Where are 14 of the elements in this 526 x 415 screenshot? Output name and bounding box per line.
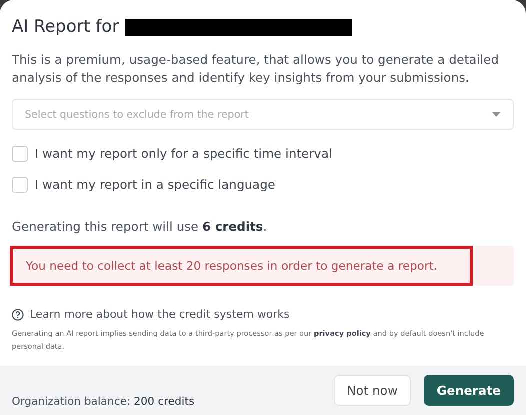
checkbox-label[interactable]: I want my report in a specific language bbox=[35, 178, 276, 192]
cancel-button[interactable]: Not now bbox=[334, 375, 411, 406]
caret-icon bbox=[492, 112, 501, 117]
help-icon bbox=[12, 308, 24, 320]
checkbox[interactable] bbox=[12, 176, 28, 192]
description: This is a premium, usage-based feature, that allows you to generate a detailed analysis of the responses and identify key insights from your submissions. bbox=[12, 52, 500, 87]
checkbox-label[interactable]: I want my report only for a specific time interval bbox=[35, 146, 332, 160]
credits-note: Generating this report will use 6 credits. bbox=[12, 220, 268, 234]
dialog-title: AI Report for bbox=[12, 17, 120, 37]
checkbox[interactable] bbox=[12, 146, 28, 162]
organization-balance: Organization balance: 200 credits bbox=[12, 395, 195, 408]
generate-button[interactable]: Generate bbox=[424, 375, 514, 406]
help-link[interactable]: Learn more about how the credit system works bbox=[30, 308, 290, 321]
error-message: You need to collect at least 20 responses in order to generate a report. bbox=[26, 259, 438, 273]
